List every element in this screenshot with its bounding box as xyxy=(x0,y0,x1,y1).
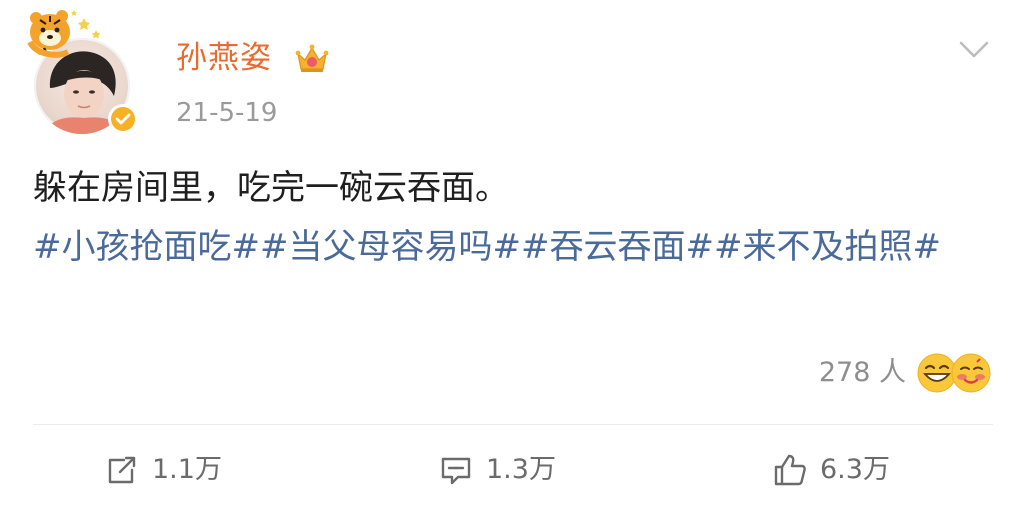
post-text: 躲在房间里，吃完一碗云吞面。 xyxy=(33,168,509,208)
comment-count: 1.3万 xyxy=(486,454,556,485)
chevron-down-icon[interactable] xyxy=(958,38,990,62)
crown-icon xyxy=(295,44,329,72)
topic-list: #小孩抢面吃##当父母容易吗##吞云吞面##来不及拍照# xyxy=(33,216,993,278)
like-button[interactable]: 6.3万 xyxy=(772,448,890,492)
weibo-post: 孙燕姿 21-5-19 躲在房间里，吃完一碗云吞面。 #小孩抢面吃##当父母容易… xyxy=(0,0,1024,511)
repost-button[interactable]: 1.1万 xyxy=(104,448,222,492)
repost-icon xyxy=(108,456,136,484)
blush-emoji-icon xyxy=(951,353,991,393)
username[interactable]: 孙燕姿 xyxy=(176,38,272,78)
topic-link[interactable]: #小孩抢面吃# xyxy=(33,227,260,267)
divider xyxy=(33,424,993,425)
topic-link[interactable]: #吞云吞面# xyxy=(521,227,714,267)
like-icon xyxy=(774,454,806,486)
repost-count: 1.1万 xyxy=(152,454,222,485)
reaction-summary[interactable]: 278 人 xyxy=(819,350,992,396)
verified-badge-icon xyxy=(108,104,138,134)
post-timestamp: 21-5-19 xyxy=(176,98,278,128)
avatar-group[interactable] xyxy=(26,8,146,134)
topic-link[interactable]: #当父母容易吗# xyxy=(260,227,521,267)
comment-button[interactable]: 1.3万 xyxy=(438,448,556,492)
topic-link[interactable]: #来不及拍照# xyxy=(714,227,941,267)
comment-icon xyxy=(441,457,471,485)
reaction-count: 278 人 xyxy=(818,357,906,388)
tiger-deco-icon xyxy=(27,10,101,58)
like-count: 6.3万 xyxy=(820,454,890,485)
